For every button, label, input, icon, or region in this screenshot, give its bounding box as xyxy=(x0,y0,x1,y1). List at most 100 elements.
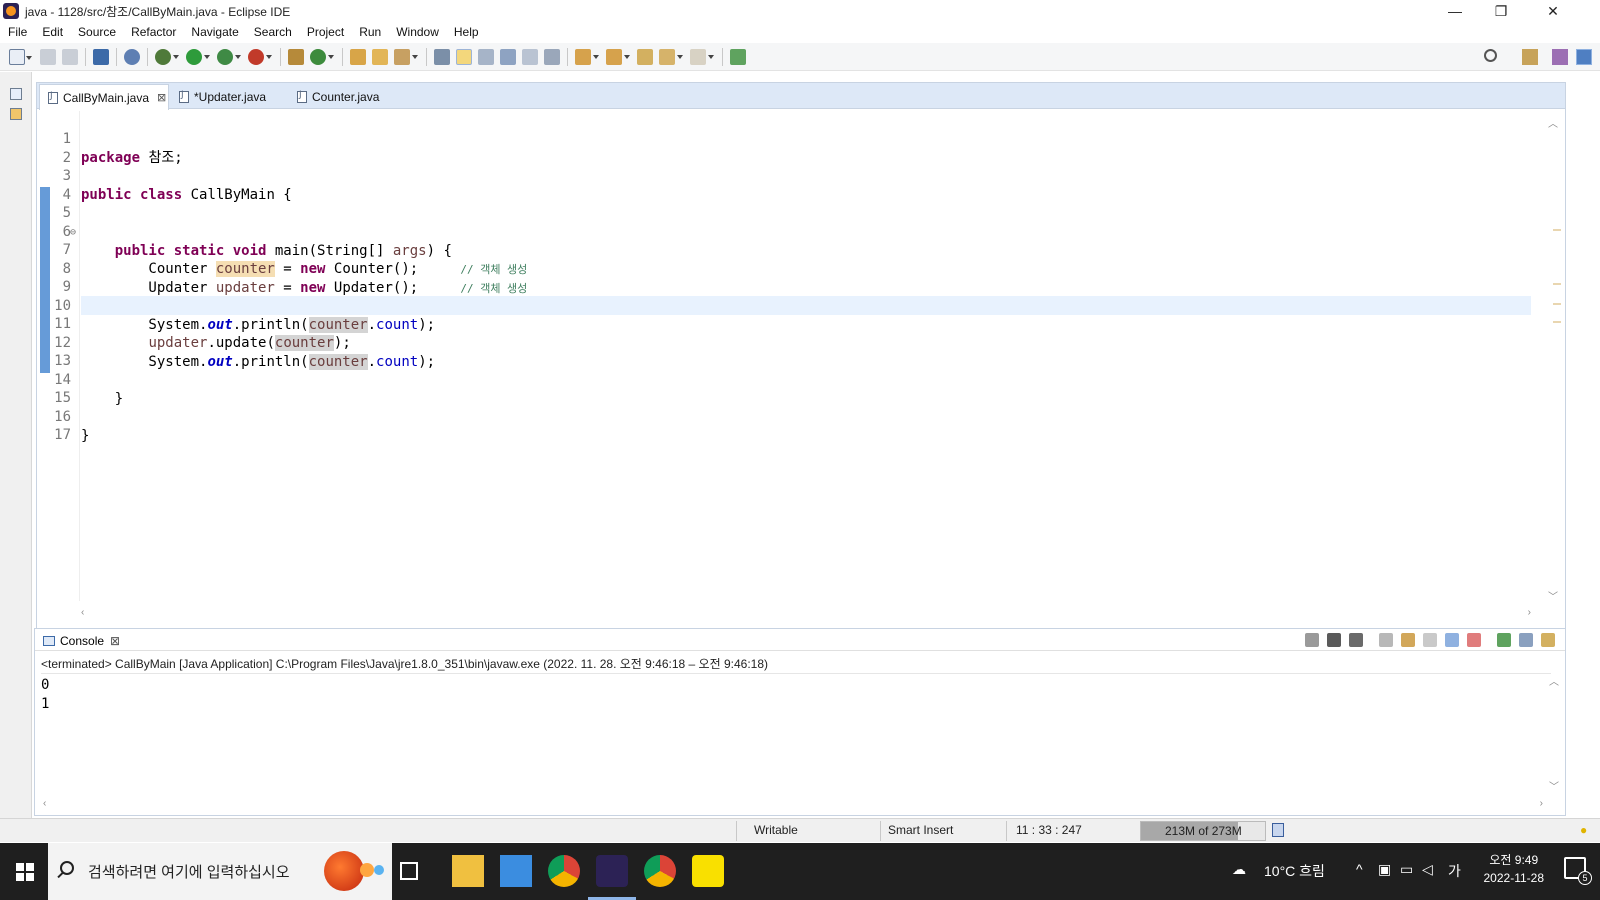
console-scroll-left-icon[interactable]: ‹ xyxy=(43,798,46,809)
block-selection-icon[interactable] xyxy=(478,48,494,65)
network-icon[interactable]: ▣ xyxy=(1378,861,1391,878)
package-explorer-icon[interactable] xyxy=(10,108,22,120)
scroll-up-icon[interactable]: ︿ xyxy=(1548,115,1558,130)
display-console-icon[interactable] xyxy=(1519,633,1533,647)
search-tool-icon[interactable] xyxy=(394,48,418,65)
volume-icon[interactable]: ◁ xyxy=(1422,861,1433,878)
overview-marker[interactable] xyxy=(1553,321,1561,323)
new-icon[interactable] xyxy=(9,48,32,65)
run-icon[interactable] xyxy=(186,48,210,65)
ime-indicator[interactable]: 가 xyxy=(1448,861,1461,881)
tab-callbymain[interactable]: CallByMain.java ⊠ xyxy=(39,84,169,110)
notification-center-icon[interactable]: 5 xyxy=(1564,857,1592,885)
minimize-button[interactable]: — xyxy=(1432,0,1478,22)
console-scroll-right-icon[interactable]: › xyxy=(1540,798,1543,809)
taskbar-search[interactable]: 검색하려면 여기에 입력하십시오 xyxy=(48,843,392,900)
terminate-icon[interactable] xyxy=(1305,633,1319,647)
display-icon[interactable]: ▭ xyxy=(1400,861,1413,878)
weather-status[interactable]: 10°C 흐림 xyxy=(1264,861,1325,881)
editor-horizontal-scrollbar[interactable]: ‹ › xyxy=(81,607,1531,619)
restore-view-icon[interactable] xyxy=(10,88,22,100)
tab-counter[interactable]: Counter.java xyxy=(289,85,407,109)
word-wrap-icon[interactable] xyxy=(522,48,538,65)
overview-marker[interactable] xyxy=(1553,303,1561,305)
save-all-icon[interactable] xyxy=(62,48,78,65)
open-type-icon[interactable] xyxy=(350,48,366,65)
save-icon[interactable] xyxy=(40,48,56,65)
scroll-lock-icon[interactable] xyxy=(1401,633,1415,647)
open-perspective-icon[interactable] xyxy=(1522,49,1538,65)
back-icon[interactable] xyxy=(659,48,683,65)
tab-close-icon[interactable]: ⊠ xyxy=(157,91,166,104)
console-tab-bar: Console ⊠ xyxy=(35,629,1565,651)
pin-console-icon[interactable] xyxy=(1497,633,1511,647)
scroll-down-icon[interactable]: ﹀ xyxy=(1548,588,1558,603)
microsoft-store-icon[interactable] xyxy=(500,855,532,887)
menu-navigate[interactable]: Navigate xyxy=(183,25,245,39)
windows-start-icon[interactable] xyxy=(16,863,34,881)
task-view-icon[interactable] xyxy=(400,862,418,880)
console-output[interactable]: 0 1 xyxy=(41,673,1551,714)
debug-icon[interactable] xyxy=(155,48,179,65)
console-close-icon[interactable]: ⊠ xyxy=(110,634,120,648)
menu-window[interactable]: Window xyxy=(388,25,446,39)
last-edit-icon[interactable] xyxy=(637,48,653,65)
show-on-stdout-icon[interactable] xyxy=(1445,633,1459,647)
scroll-left-icon[interactable]: ‹ xyxy=(81,607,84,618)
forward-icon[interactable] xyxy=(690,48,714,65)
menu-run[interactable]: Run xyxy=(351,25,388,39)
tab-console[interactable]: Console ⊠ xyxy=(39,631,120,651)
menu-edit[interactable]: Edit xyxy=(34,25,70,39)
overview-marker[interactable] xyxy=(1553,229,1561,231)
menu-file[interactable]: File xyxy=(0,25,34,39)
mark-occurrences-icon[interactable] xyxy=(456,48,472,65)
chrome-icon[interactable] xyxy=(548,855,580,887)
pin-editor-icon[interactable] xyxy=(730,48,746,65)
open-console-icon[interactable] xyxy=(1541,633,1555,647)
menu-source[interactable]: Source xyxy=(70,25,123,39)
toggle-breadcrumb-icon[interactable] xyxy=(500,48,516,65)
close-button[interactable]: ✕ xyxy=(1530,0,1576,22)
java-perspective-icon[interactable] xyxy=(1576,49,1592,65)
debug-perspective-icon[interactable] xyxy=(1552,49,1568,65)
chrome-profile-icon[interactable] xyxy=(644,855,676,887)
menu-project[interactable]: Project xyxy=(299,25,351,39)
clear-console-icon[interactable] xyxy=(1379,633,1393,647)
code-editor[interactable]: 1 package 참조; 2 3 public class CallByMai… xyxy=(37,111,1565,601)
system-clock[interactable]: 오전 9:49 2022-11-28 xyxy=(1484,851,1545,887)
overview-marker[interactable] xyxy=(1553,283,1561,285)
menu-help[interactable]: Help xyxy=(446,25,486,39)
lightbulb-icon[interactable]: ● xyxy=(1580,823,1587,837)
kakaotalk-icon[interactable] xyxy=(692,855,724,887)
menu-search[interactable]: Search xyxy=(246,25,299,39)
scroll-right-icon[interactable]: › xyxy=(1528,607,1531,618)
menu-refactor[interactable]: Refactor xyxy=(123,25,183,39)
file-explorer-icon[interactable] xyxy=(452,855,484,887)
external-tools-icon[interactable] xyxy=(248,48,272,65)
eclipse-taskbar-icon[interactable] xyxy=(596,855,628,887)
terminal-icon[interactable] xyxy=(93,48,109,65)
word-wrap-icon[interactable] xyxy=(1423,633,1437,647)
open-task-icon[interactable] xyxy=(372,48,388,65)
remove-launch-icon[interactable] xyxy=(1327,633,1341,647)
search-icon[interactable] xyxy=(1484,49,1497,62)
new-package-icon[interactable] xyxy=(288,48,304,65)
coverage-icon[interactable] xyxy=(217,48,241,65)
tab-updater[interactable]: *Updater.java xyxy=(171,85,289,109)
garbage-collect-icon[interactable] xyxy=(1272,823,1284,837)
heap-status[interactable]: 213M of 273M xyxy=(1140,821,1266,841)
next-annotation-icon[interactable] xyxy=(575,48,599,65)
console-scroll-down-icon[interactable]: ﹀ xyxy=(1549,778,1559,793)
show-whitespace-icon[interactable] xyxy=(544,48,560,65)
new-class-icon[interactable] xyxy=(310,48,334,65)
tray-overflow-icon[interactable]: ^ xyxy=(1356,861,1363,877)
restore-button[interactable]: ❐ xyxy=(1478,0,1524,22)
show-on-stderr-icon[interactable] xyxy=(1467,633,1481,647)
previous-annotation-icon[interactable] xyxy=(606,48,630,65)
editor-vertical-scrollbar[interactable]: ︿ ﹀ xyxy=(1547,115,1559,603)
skip-breakpoints-icon[interactable] xyxy=(124,48,140,65)
remove-all-icon[interactable] xyxy=(1349,633,1363,647)
annotation-icon[interactable] xyxy=(434,48,450,65)
console-scroll-up-icon[interactable]: ︿ xyxy=(1549,673,1559,688)
weather-icon[interactable]: ☁ xyxy=(1232,861,1246,878)
